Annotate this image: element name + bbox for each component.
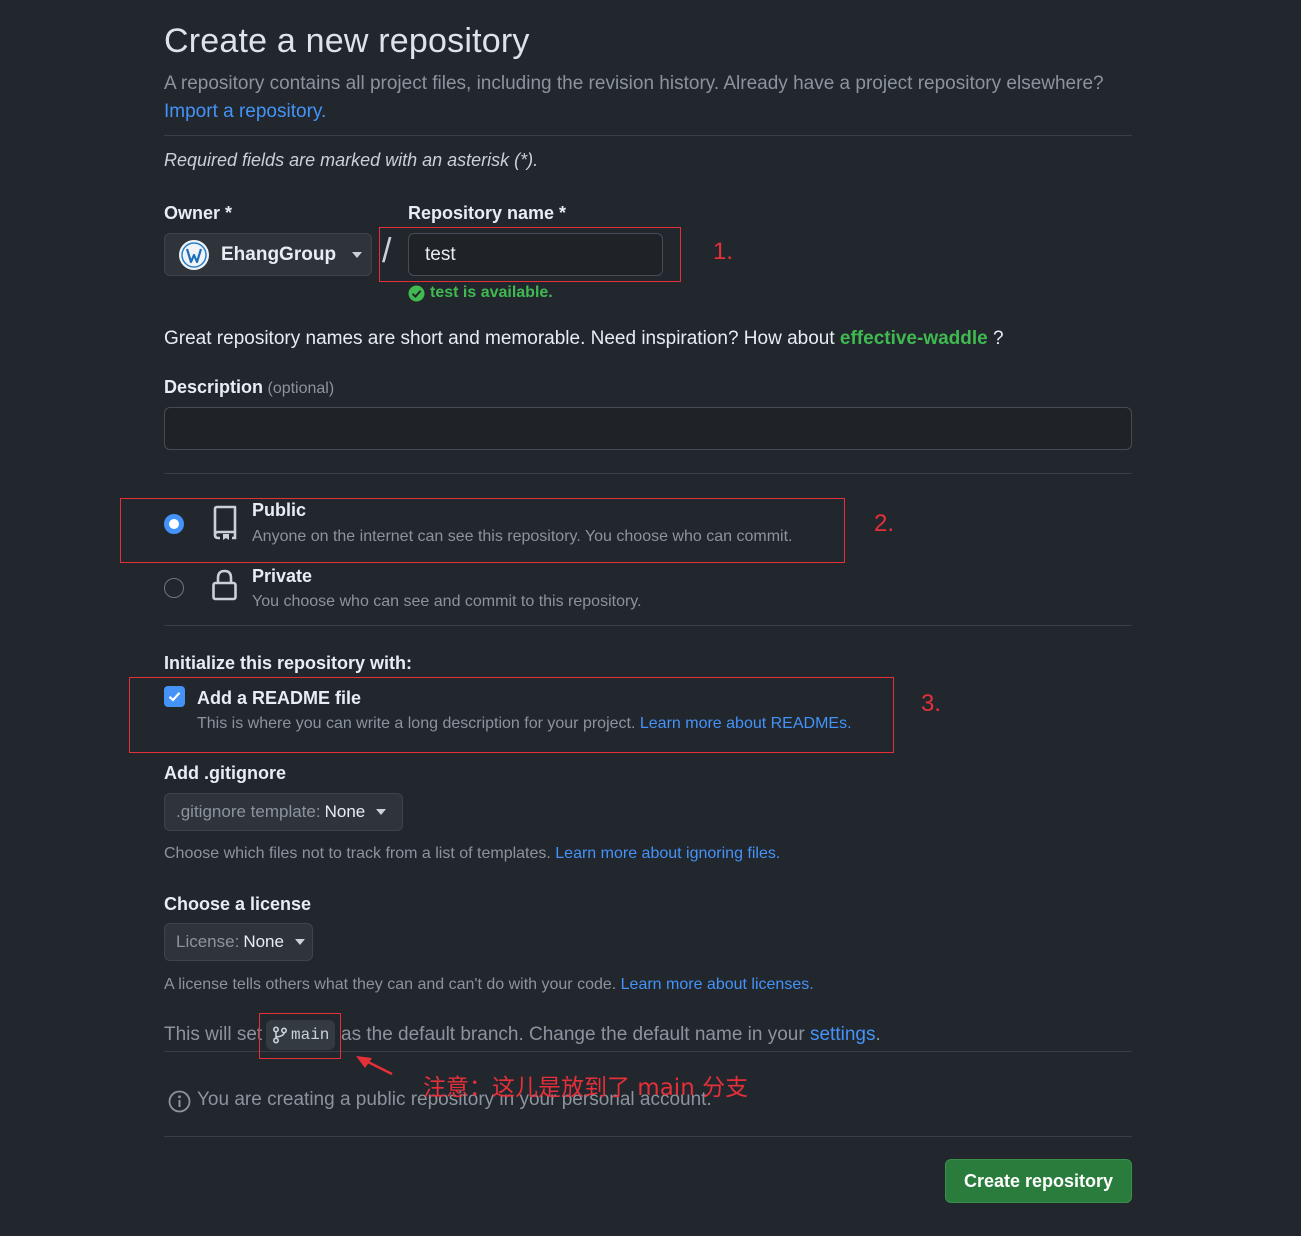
license-select-value: None (243, 932, 284, 951)
chevron-down-icon (294, 939, 305, 945)
divider (164, 1136, 1132, 1137)
description-input[interactable] (164, 407, 1132, 450)
settings-link[interactable]: settings (810, 1024, 875, 1045)
availability-text: test is available. (430, 284, 553, 301)
annotation-number-1: 1. (713, 238, 734, 265)
annotation-number-3: 3. (921, 690, 942, 717)
annotation-arrow-icon (356, 1056, 393, 1076)
info-icon (168, 1090, 191, 1113)
repo-name-label: Repository name * (408, 203, 567, 223)
description-label-row: Description (optional) (164, 377, 334, 398)
page-subtitle: A repository contains all project files,… (164, 70, 1144, 126)
suggestion-suffix: ? (993, 328, 1004, 349)
subtitle-text: A repository contains all project files,… (164, 73, 1104, 94)
gitignore-select-value: None (324, 802, 366, 821)
gitignore-select-prefix: .gitignore template: (176, 802, 321, 821)
divider (164, 473, 1132, 474)
suggested-name[interactable]: effective-waddle (840, 328, 988, 349)
divider (164, 625, 1132, 626)
initialize-label: Initialize this repository with: (164, 653, 413, 673)
owner-label: Owner * (164, 203, 233, 223)
divider (164, 135, 1132, 136)
check-circle-icon (408, 285, 425, 301)
license-select-prefix: License: (176, 932, 240, 951)
chevron-down-icon (352, 251, 363, 258)
private-title: Private (252, 566, 313, 586)
availability-status: test is available. (408, 284, 553, 302)
gitignore-help-text: Choose which files not to track from a l… (164, 845, 551, 862)
lock-icon (212, 569, 237, 601)
gitignore-label: Add .gitignore (164, 763, 286, 783)
branch-middle-text: as the default branch. Change the defaul… (341, 1024, 805, 1045)
license-select[interactable]: License: None (164, 923, 313, 961)
license-label: Choose a license (164, 894, 312, 914)
gitignore-select[interactable]: .gitignore template: None (164, 793, 403, 831)
owner-dropdown[interactable]: EhangGroup (164, 233, 372, 276)
branch-prefix: This will set (164, 1024, 263, 1045)
license-help: A license tells others what they can and… (164, 976, 814, 994)
branch-suffix-row: as the default branch. Change the defaul… (341, 1024, 881, 1046)
annotation-box-branch (259, 1013, 341, 1059)
annotation-note: 注意：这儿是放到了 main 分支 (423, 1075, 749, 1101)
chevron-down-icon (376, 809, 387, 815)
private-radio[interactable] (164, 578, 184, 598)
branch-suffix: . (875, 1024, 881, 1045)
owner-name: EhangGroup (221, 243, 337, 265)
learn-more-ignoring-link[interactable]: Learn more about ignoring files. (555, 845, 780, 862)
private-desc: You choose who can see and commit to thi… (252, 593, 642, 610)
annotation-box-2 (120, 498, 845, 563)
owner-avatar (179, 239, 209, 270)
suggestion-prefix: Great repository names are short and mem… (164, 328, 835, 349)
annotation-box-1 (379, 227, 681, 282)
import-repository-link[interactable]: Import a repository. (164, 101, 326, 122)
gitignore-help: Choose which files not to track from a l… (164, 845, 780, 863)
description-label: Description (164, 377, 264, 397)
description-optional: (optional) (267, 380, 335, 397)
learn-more-licenses-link[interactable]: Learn more about licenses. (621, 976, 814, 993)
license-help-text: A license tells others what they can and… (164, 976, 617, 993)
annotation-box-3 (129, 677, 894, 753)
page-title: Create a new repository (164, 22, 530, 60)
name-suggestion: Great repository names are short and mem… (164, 328, 1004, 350)
required-fields-note: Required fields are marked with an aster… (164, 150, 539, 170)
create-repository-button[interactable]: Create repository (945, 1159, 1132, 1203)
annotation-number-2: 2. (874, 510, 895, 537)
